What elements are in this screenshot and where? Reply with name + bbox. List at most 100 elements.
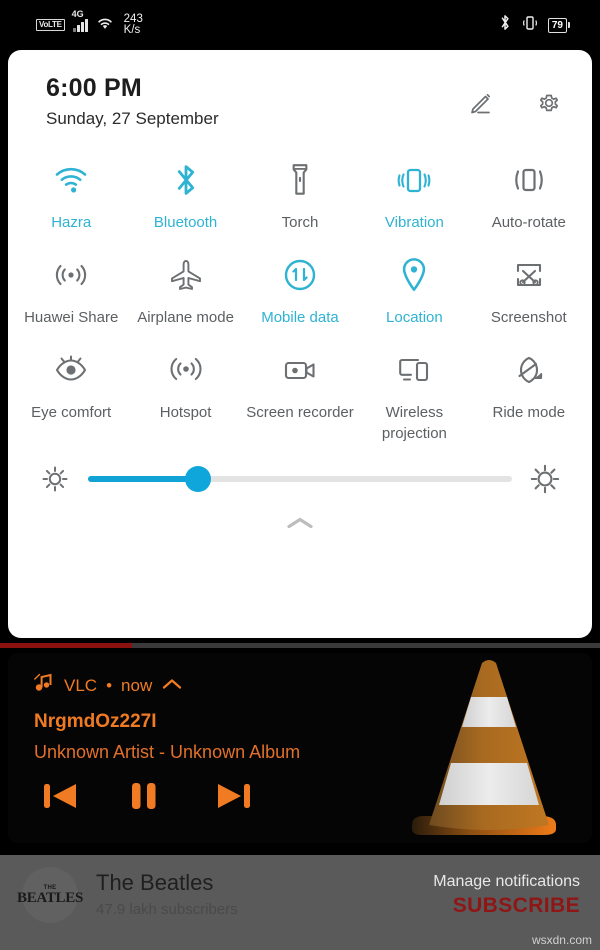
tile-torch[interactable]: Torch	[243, 146, 357, 241]
gear-icon[interactable]	[534, 88, 564, 118]
wifi-icon	[51, 160, 91, 200]
media-notification[interactable]: VLC • now NrgmdOz227I Unknown Artist - U…	[8, 653, 592, 843]
hotspot-icon	[166, 350, 206, 390]
media-app-name: VLC	[64, 676, 98, 695]
tile-mobile-data[interactable]: Mobile data	[243, 241, 357, 336]
tile-hotspot[interactable]: Hotspot	[128, 336, 242, 452]
bluetooth-icon	[166, 160, 206, 200]
brightness-slider[interactable]	[88, 466, 512, 492]
brightness-slider-thumb[interactable]	[185, 466, 212, 492]
status-bar-right: 79	[498, 13, 570, 37]
quick-settings-panel: 6:00 PM Sunday, 27 September Hazra Bluet…	[8, 50, 592, 638]
auto-rotate-icon	[509, 160, 549, 200]
tile-label: Airplane mode	[137, 309, 234, 326]
tile-auto-rotate[interactable]: Auto-rotate	[472, 146, 586, 241]
battery-percent: 79	[547, 17, 567, 33]
chevron-up-icon	[287, 517, 313, 529]
ride-mode-icon	[509, 350, 549, 390]
tile-eye-comfort[interactable]: Eye comfort	[14, 336, 128, 452]
tile-airplane-mode[interactable]: Airplane mode	[128, 241, 242, 336]
tile-label: Wireless projection	[381, 404, 447, 442]
tile-label: Vibration	[384, 214, 444, 231]
tile-label: Hazra	[51, 214, 92, 231]
manage-notifications-label[interactable]: Manage notifications	[433, 871, 580, 893]
tile-wireless-projection[interactable]: Wireless projection	[357, 336, 471, 452]
pause-button[interactable]	[126, 778, 170, 814]
tile-wifi[interactable]: Hazra	[14, 146, 128, 241]
mobile-data-icon	[280, 255, 320, 295]
media-controls	[34, 778, 592, 814]
previous-button[interactable]	[40, 778, 84, 814]
tile-bluetooth[interactable]: Bluetooth	[128, 146, 242, 241]
tile-label: Bluetooth	[153, 214, 218, 231]
subscriber-count: 47.9 lakh subscribers	[96, 901, 238, 918]
channel-bar: THE BEATLES The Beatles 47.9 lakh subscr…	[0, 855, 600, 950]
eye-comfort-icon	[51, 350, 91, 390]
chevron-up-icon[interactable]	[161, 675, 183, 697]
tile-label: Mobile data	[261, 309, 339, 326]
edit-icon[interactable]	[466, 88, 496, 118]
bluetooth-icon	[498, 13, 512, 37]
tile-label: Huawei Share	[24, 309, 119, 326]
airplane-icon	[166, 255, 206, 295]
brightness-low-icon	[38, 462, 72, 496]
video-progress-fill	[0, 643, 132, 648]
quick-settings-header: 6:00 PM Sunday, 27 September	[8, 50, 592, 132]
media-separator: •	[106, 676, 113, 695]
tile-label: Auto-rotate	[491, 214, 566, 231]
channel-row: THE BEATLES The Beatles 47.9 lakh subscr…	[0, 855, 600, 935]
collapse-handle[interactable]	[8, 496, 592, 532]
channel-meta: The Beatles 47.9 lakh subscribers	[96, 869, 433, 921]
tile-label: Hotspot	[159, 404, 212, 421]
avatar-name-text: BEATLES	[17, 889, 83, 906]
tile-location[interactable]: Location	[357, 241, 471, 336]
vibrate-icon	[394, 160, 434, 200]
channel-actions: Manage notifications SUBSCRIBE	[433, 871, 584, 919]
media-app-line: VLC • now	[34, 673, 592, 699]
watermark: wsxdn.com	[531, 933, 592, 947]
subscribe-button[interactable]: SUBSCRIBE	[433, 893, 580, 919]
network-speed: 243 K/s	[123, 13, 143, 36]
tile-label: Screen recorder	[246, 404, 354, 421]
avatar: THE BEATLES	[17, 867, 83, 923]
brightness-row	[8, 452, 592, 496]
media-track-title: NrgmdOz227I	[34, 711, 157, 732]
signal-bars-icon: 4G	[72, 9, 88, 32]
battery-icon: 79	[547, 17, 570, 33]
tile-label: Screenshot	[490, 309, 567, 326]
wireless-projection-icon	[394, 350, 434, 390]
tile-screenshot[interactable]: Screenshot	[472, 241, 586, 336]
header-actions	[466, 88, 564, 118]
volte-badge: VoLTE	[36, 19, 65, 31]
wifi-icon	[95, 15, 115, 36]
screen-recorder-icon	[280, 350, 320, 390]
clock-date: Sunday, 27 September	[46, 109, 219, 128]
flashlight-icon	[280, 160, 320, 200]
screenshot-icon	[509, 255, 549, 295]
vibrate-icon	[522, 14, 538, 37]
media-time: now	[121, 676, 153, 695]
tile-screen-recorder[interactable]: Screen recorder	[243, 336, 357, 452]
network-type-label: 4G	[71, 8, 84, 19]
tile-huawei-share[interactable]: Huawei Share	[14, 241, 128, 336]
status-bar: VoLTE 4G 243 K/s 79	[0, 0, 600, 50]
brightness-slider-fill	[88, 476, 199, 482]
network-speed-unit: K/s	[123, 24, 141, 36]
channel-name: The Beatles	[96, 870, 214, 895]
next-button[interactable]	[212, 778, 256, 814]
video-progress-bar[interactable]	[0, 643, 600, 648]
media-text-block: VLC • now NrgmdOz227I Unknown Artist - U…	[8, 653, 592, 814]
tile-label: Location	[386, 309, 443, 326]
vlc-app-icon	[34, 673, 55, 699]
brightness-high-icon	[528, 462, 562, 496]
quick-settings-grid: Hazra Bluetooth Torch Vibration Auto-rot…	[8, 132, 592, 452]
tile-label: Torch	[281, 214, 319, 231]
location-pin-icon	[394, 255, 434, 295]
status-bar-left: VoLTE 4G 243 K/s	[36, 9, 143, 36]
clock-time: 6:00 PM	[46, 74, 142, 102]
tile-ride-mode[interactable]: Ride mode	[472, 336, 586, 452]
media-track-subtitle: Unknown Artist - Unknown Album	[34, 742, 301, 762]
tile-vibration[interactable]: Vibration	[357, 146, 471, 241]
tile-label: Ride mode	[492, 404, 566, 421]
clock-block: 6:00 PM Sunday, 27 September	[46, 72, 219, 132]
